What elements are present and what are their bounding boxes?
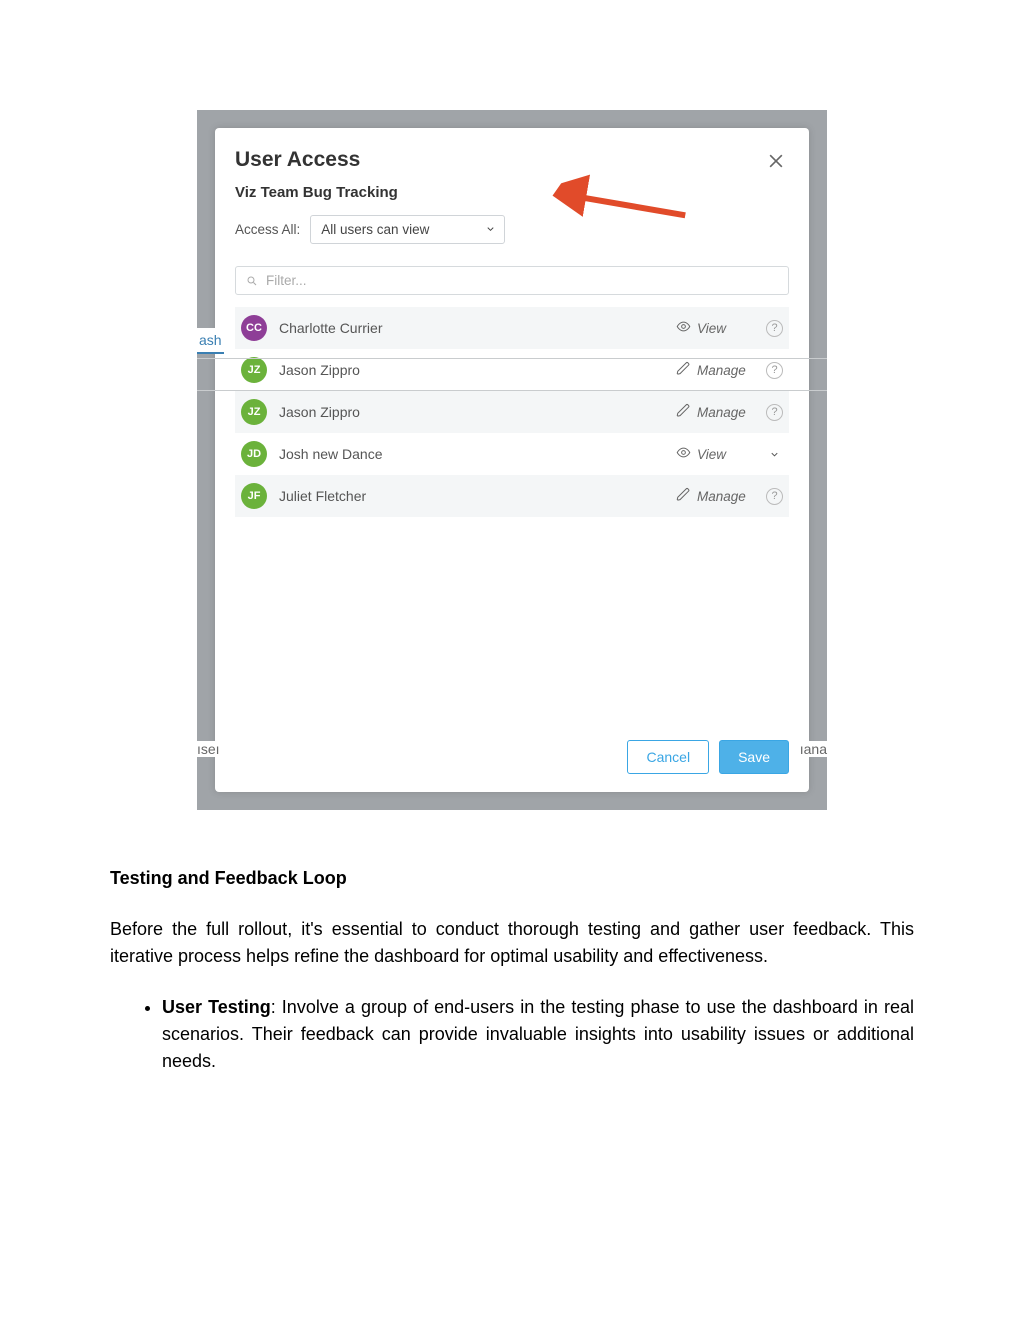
user-name: Jason Zippro: [279, 362, 676, 378]
doc-bullet-bold: User Testing: [162, 997, 271, 1017]
avatar: JD: [241, 441, 267, 467]
eye-icon: [676, 319, 691, 337]
modal-title: User Access: [235, 148, 360, 172]
permission-select[interactable]: View: [676, 445, 756, 463]
avatar: CC: [241, 315, 267, 341]
chevron-down-icon: [485, 222, 496, 237]
permission-select[interactable]: View: [676, 319, 756, 337]
bg-line: [197, 358, 827, 359]
bg-text-fragment: ıseı: [197, 741, 220, 757]
user-row[interactable]: JZ Jason Zippro Manage?: [235, 391, 789, 433]
permission-label: View: [697, 447, 726, 462]
filter-placeholder: Filter...: [266, 273, 307, 288]
pencil-icon: [676, 403, 691, 421]
permission-label: Manage: [697, 489, 746, 504]
help-icon[interactable]: ?: [766, 320, 783, 337]
pencil-icon: [676, 487, 691, 505]
avatar: JZ: [241, 357, 267, 383]
access-all-value: All users can view: [321, 222, 429, 237]
help-icon[interactable]: ?: [766, 488, 783, 505]
access-all-label: Access All:: [235, 222, 300, 237]
bg-tab-fragment: ash: [197, 328, 224, 354]
permission-label: View: [697, 321, 726, 336]
document-body: Testing and Feedback Loop Before the ful…: [110, 865, 914, 1075]
close-icon: [766, 151, 786, 171]
user-access-modal: User Access Viz Team Bug Tracking Access…: [215, 128, 809, 792]
bg-text-fragment: ıana: [800, 741, 827, 757]
doc-bullet: User Testing: Involve a group of end-use…: [162, 994, 914, 1075]
chevron-down-icon[interactable]: [766, 449, 783, 460]
avatar: JZ: [241, 399, 267, 425]
modal-subtitle: Viz Team Bug Tracking: [235, 184, 789, 201]
user-name: Charlotte Currier: [279, 320, 676, 336]
app-background: ash ıseı ıana User Access Viz Team Bug T…: [197, 110, 827, 810]
permission-label: Manage: [697, 363, 746, 378]
filter-input[interactable]: Filter...: [235, 266, 789, 295]
user-name: Jason Zippro: [279, 404, 676, 420]
access-all-select[interactable]: All users can view: [310, 215, 505, 244]
eye-icon: [676, 445, 691, 463]
doc-bullet-text: : Involve a group of end-users in the te…: [162, 997, 914, 1071]
help-icon[interactable]: ?: [766, 404, 783, 421]
user-name: Josh new Dance: [279, 446, 676, 462]
user-row[interactable]: JF Juliet Fletcher Manage?: [235, 475, 789, 517]
user-row[interactable]: JD Josh new Dance View: [235, 433, 789, 475]
user-row[interactable]: JZ Jason Zippro Manage?: [235, 349, 789, 391]
pencil-icon: [676, 361, 691, 379]
permission-select[interactable]: Manage: [676, 487, 756, 505]
doc-heading: Testing and Feedback Loop: [110, 865, 914, 892]
avatar: JF: [241, 483, 267, 509]
doc-paragraph: Before the full rollout, it's essential …: [110, 916, 914, 970]
user-name: Juliet Fletcher: [279, 488, 676, 504]
permission-label: Manage: [697, 405, 746, 420]
save-button[interactable]: Save: [719, 740, 789, 774]
help-icon[interactable]: ?: [766, 362, 783, 379]
user-list: CC Charlotte Currier View? JZ Jason Zippro Ma…: [235, 307, 789, 517]
bg-line: [197, 390, 827, 391]
user-row[interactable]: CC Charlotte Currier View?: [235, 307, 789, 349]
permission-select[interactable]: Manage: [676, 403, 756, 421]
close-button[interactable]: [763, 148, 789, 174]
search-icon: [246, 275, 258, 287]
cancel-button[interactable]: Cancel: [627, 740, 709, 774]
permission-select[interactable]: Manage: [676, 361, 756, 379]
